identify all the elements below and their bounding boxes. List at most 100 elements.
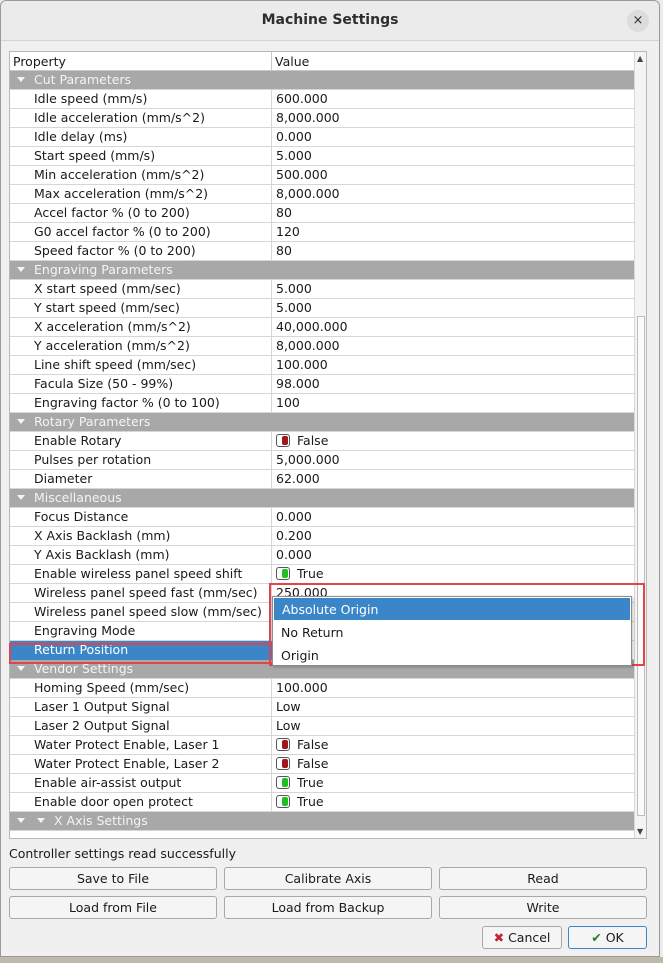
property-value[interactable]: 5.000 [273,280,312,299]
property-value[interactable]: False [273,432,328,451]
property-label: Accel factor % (0 to 200) [10,204,272,223]
property-row[interactable]: Idle acceleration (mm/s^2) 8,000.000 [10,109,634,128]
property-value[interactable]: 80 [273,204,292,223]
property-row[interactable]: Enable Rotary False [10,432,634,451]
property-row[interactable]: Idle speed (mm/s) 600.000 [10,90,634,109]
property-value[interactable]: 80 [273,242,292,261]
property-row[interactable]: Y Axis Backlash (mm) 0.000 [10,546,634,565]
property-value[interactable]: 0.000 [273,546,312,565]
property-row[interactable]: Facula Size (50 - 99%) 98.000 [10,375,634,394]
scroll-down-icon[interactable]: ▼ [637,827,643,836]
close-icon[interactable]: × [627,10,649,32]
dropdown-option-absolute-origin[interactable]: Absolute Origin [274,598,630,620]
load-from-backup-button[interactable]: Load from Backup [224,896,432,919]
property-value[interactable]: Low [273,698,301,717]
property-label: Line shift speed (mm/sec) [10,356,272,375]
property-row[interactable]: Idle delay (ms) 0.000 [10,128,634,147]
toggle-on-icon[interactable] [276,795,290,808]
property-row[interactable]: Enable air-assist output True [10,774,634,793]
property-value[interactable]: 600.000 [273,90,328,109]
property-row[interactable]: Focus Distance 0.000 [10,508,634,527]
property-value[interactable]: 8,000.000 [273,185,340,204]
scrollbar-thumb[interactable] [637,316,645,816]
save-to-file-button[interactable]: Save to File [9,867,217,890]
property-value[interactable]: 5,000.000 [273,451,340,470]
property-value[interactable]: 100.000 [273,356,328,375]
property-row[interactable]: Y acceleration (mm/s^2) 8,000.000 [10,337,634,356]
property-value[interactable]: 62.000 [273,470,320,489]
toggle-off-icon[interactable] [276,434,290,447]
dialog-title: Machine Settings [261,12,399,28]
scroll-up-icon[interactable]: ▲ [637,54,643,63]
cancel-button[interactable]: ✖ Cancel [482,926,562,949]
property-row[interactable]: G0 accel factor % (0 to 200) 120 [10,223,634,242]
property-row[interactable]: Laser 1 Output Signal Low [10,698,634,717]
property-row[interactable]: Homing Speed (mm/sec) 100.000 [10,679,634,698]
return-position-dropdown[interactable]: Absolute Origin No Return Origin [272,596,632,666]
category-row[interactable]: Cut Parameters [10,71,634,90]
property-value[interactable]: 98.000 [273,375,320,394]
property-row[interactable]: Min acceleration (mm/s^2) 500.000 [10,166,634,185]
property-value[interactable]: 500.000 [273,166,328,185]
category-row[interactable]: X Axis Settings [10,812,634,831]
property-value[interactable]: 100 [273,394,300,413]
property-value[interactable]: 0.200 [273,527,312,546]
property-row[interactable]: Speed factor % (0 to 200) 80 [10,242,634,261]
ok-button[interactable]: ✔ OK [568,926,647,949]
write-button[interactable]: Write [439,896,647,919]
property-value[interactable]: 5.000 [273,299,312,318]
property-value[interactable]: False [273,736,328,755]
category-row[interactable]: Miscellaneous [10,489,634,508]
read-button[interactable]: Read [439,867,647,890]
property-label: Y acceleration (mm/s^2) [10,337,272,356]
dropdown-option-no-return[interactable]: No Return [273,621,631,644]
property-row[interactable]: Water Protect Enable, Laser 2 False [10,755,634,774]
property-row[interactable]: Line shift speed (mm/sec) 100.000 [10,356,634,375]
property-row[interactable]: Diameter 62.000 [10,470,634,489]
header-value[interactable]: Value [275,54,309,69]
toggle-off-icon[interactable] [276,757,290,770]
property-label: Enable door open protect [10,793,272,812]
vertical-scrollbar[interactable]: ▲ ▼ [634,52,646,838]
property-value[interactable]: 8,000.000 [273,109,340,128]
property-value[interactable]: 0.000 [273,508,312,527]
property-row[interactable]: Start speed (mm/s) 5.000 [10,147,634,166]
header-property[interactable]: Property [13,54,66,69]
property-row[interactable]: X acceleration (mm/s^2) 40,000.000 [10,318,634,337]
property-value[interactable]: 0.000 [273,128,312,147]
property-value[interactable]: True [273,565,324,584]
dropdown-option-origin[interactable]: Origin [273,644,631,667]
property-value[interactable]: True [273,774,324,793]
property-row[interactable]: Accel factor % (0 to 200) 80 [10,204,634,223]
property-row[interactable]: Laser 2 Output Signal Low [10,717,634,736]
property-label: Homing Speed (mm/sec) [10,679,272,698]
property-row[interactable]: Y start speed (mm/sec) 5.000 [10,299,634,318]
property-value[interactable]: False [273,755,328,774]
toggle-off-icon[interactable] [276,738,290,751]
property-label: Engraving Mode [10,622,272,641]
category-row[interactable]: Rotary Parameters [10,413,634,432]
category-row[interactable]: Engraving Parameters [10,261,634,280]
property-value[interactable]: 5.000 [273,147,312,166]
property-row[interactable]: Water Protect Enable, Laser 1 False [10,736,634,755]
toggle-on-icon[interactable] [276,776,290,789]
property-row[interactable]: Pulses per rotation 5,000.000 [10,451,634,470]
property-row[interactable]: X Axis Backlash (mm) 0.200 [10,527,634,546]
property-row[interactable]: X start speed (mm/sec) 5.000 [10,280,634,299]
property-value[interactable]: 100.000 [273,679,328,698]
property-label: Start speed (mm/s) [10,147,272,166]
header-divider[interactable] [271,52,272,71]
property-value[interactable]: Low [273,717,301,736]
property-row[interactable]: Enable wireless panel speed shift True [10,565,634,584]
calibrate-axis-button[interactable]: Calibrate Axis [224,867,432,890]
property-value[interactable]: True [273,793,324,812]
property-value[interactable]: 40,000.000 [273,318,348,337]
property-label: Enable Rotary [10,432,272,451]
property-row[interactable]: Enable door open protect True [10,793,634,812]
property-row[interactable]: Max acceleration (mm/s^2) 8,000.000 [10,185,634,204]
property-row[interactable]: Engraving factor % (0 to 100) 100 [10,394,634,413]
property-value[interactable]: 120 [273,223,300,242]
toggle-on-icon[interactable] [276,567,290,580]
property-value[interactable]: 8,000.000 [273,337,340,356]
load-from-file-button[interactable]: Load from File [9,896,217,919]
